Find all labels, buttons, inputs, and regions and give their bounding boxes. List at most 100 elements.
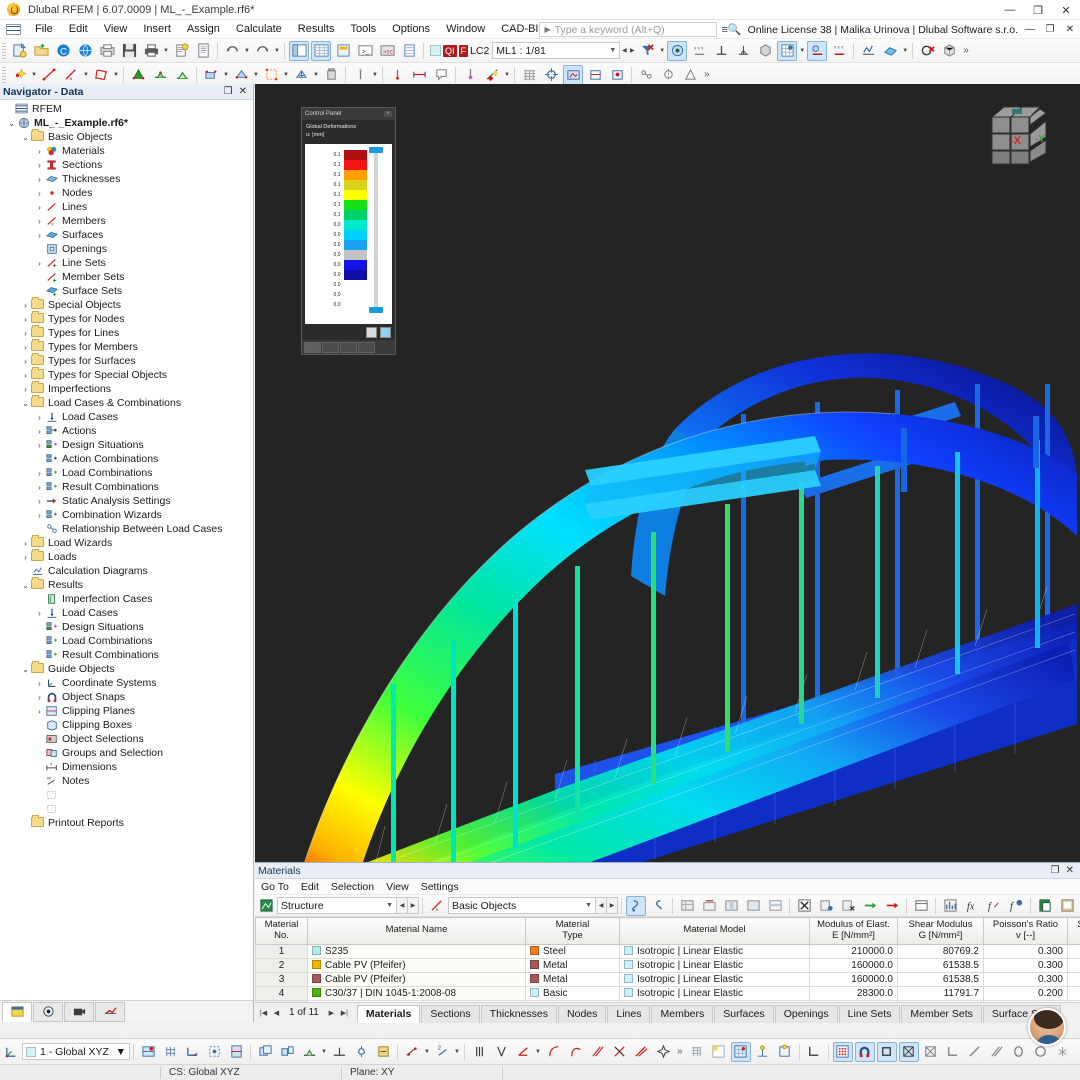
menu-edit[interactable]: Edit [61,21,96,37]
scale-prev-icon[interactable]: ◀ [620,41,628,61]
table-row[interactable]: 4 C30/37 | DIN 1045-1:2008-08 Basic Isotrop… [255,985,1080,1001]
expand-twisty-icon[interactable]: › [34,413,45,422]
materials-tab-nodes[interactable]: Nodes [558,1004,607,1023]
mesh-visibility-icon[interactable] [687,1042,707,1062]
materials-menu-selection[interactable]: Selection [325,880,380,894]
materials-tab-materials[interactable]: Materials [356,1004,421,1023]
cell-empty[interactable] [307,999,526,1002]
angle-icon[interactable] [513,1042,533,1062]
support-view-icon[interactable] [711,41,731,61]
materials-menu-edit[interactable]: Edit [295,880,325,894]
object-prev-button[interactable]: ◀ [596,897,607,914]
scale-next-icon[interactable]: ▶ [628,41,636,61]
user-avatar[interactable] [1028,1008,1066,1046]
parallel-snap-icon[interactable] [987,1042,1007,1062]
curve-icon[interactable] [565,1042,585,1062]
support-symbol-icon[interactable] [460,65,480,85]
deformation-display-icon[interactable] [807,40,828,61]
cell-material-no[interactable]: 3 [255,971,308,987]
navigator-item[interactable] [0,788,253,802]
materials-menu-view[interactable]: View [380,880,415,894]
hinge-icon[interactable] [351,1042,371,1062]
pyramid-view-icon[interactable] [680,65,700,85]
cell-shear-modulus[interactable]: 80769.2 [897,943,984,959]
cell-poissons-ratio[interactable]: 0.300 [983,971,1068,987]
new-node-dropdown-icon[interactable]: ▼ [30,65,38,85]
pin-object-icon[interactable] [387,65,407,85]
navigator-item[interactable]: x Dimensions [0,760,253,774]
navigator-item[interactable] [0,802,253,816]
navigator-item[interactable]: Clipping Boxes [0,718,253,732]
new-free-load-icon[interactable] [231,65,251,85]
materials-panel-float-button[interactable]: ❐ [1048,865,1063,876]
new-line-icon[interactable] [39,65,59,85]
load-case-chip[interactable]: QI F LC2 [430,44,489,57]
new-report-icon[interactable] [171,41,191,61]
corner-snap-icon[interactable] [804,1042,824,1062]
print-preview-icon[interactable] [97,41,117,61]
materials-menu-settings[interactable]: Settings [415,880,465,894]
console-panel-icon[interactable]: >_ [355,41,375,61]
surface-results-dropdown-icon[interactable]: ▼ [901,41,909,61]
new-support-icon[interactable] [150,65,170,85]
menu-insert[interactable]: Insert [135,21,179,37]
control-panel-close-icon[interactable]: × [384,111,392,117]
move-down-icon[interactable] [882,896,902,916]
toolbar-grip[interactable] [2,42,6,59]
close-button[interactable]: ✕ [1052,0,1080,20]
line-snap-icon[interactable] [965,1042,985,1062]
vertex-snap-icon[interactable] [1053,1042,1073,1062]
navigator-item[interactable]: › Clipping Planes [0,704,253,718]
clipping-toggle-icon[interactable] [226,1042,246,1062]
control-panel[interactable]: Control Panel × Global Deformations u: [… [301,107,396,355]
navigator-item[interactable]: Surface Sets [0,284,253,298]
export-excel-icon[interactable] [794,896,814,916]
redo-icon[interactable] [252,41,272,61]
navigator-item[interactable]: Action Combinations [0,452,253,466]
cell-modulus-elasticity[interactable]: 210000.0 [809,943,898,959]
materials-menu-goto[interactable]: Go To [255,880,295,894]
navigator-item[interactable]: Openings [0,242,253,256]
calculate-dropdown-icon[interactable]: ▼ [371,65,379,85]
navigator-item[interactable]: › Coordinate Systems [0,676,253,690]
cell-shear-modulus[interactable]: 11791.7 [897,985,984,1001]
navigator-item[interactable]: › Object Snaps [0,690,253,704]
mesh-grid-icon[interactable] [519,65,539,85]
expand-twisty-icon[interactable]: › [34,497,45,506]
navigator-item[interactable]: › Loads [0,550,253,564]
navigator-item[interactable]: ⌄ Results [0,578,253,592]
last-page-button[interactable]: ▶| [338,1005,351,1021]
navigator-item[interactable]: › Result Combinations [0,480,253,494]
grid-points-icon[interactable] [832,1041,853,1062]
ortho-snap-icon[interactable] [182,1042,202,1062]
render-wireframe-icon[interactable] [585,65,605,85]
navigator-item[interactable]: ⌄ Load Cases & Combinations [0,396,253,410]
redo-dropdown-icon[interactable]: ▼ [273,41,281,61]
new-imperfection-dropdown-icon[interactable]: ▼ [282,65,290,85]
clear-data-icon[interactable] [838,896,858,916]
object-snap-toggle-icon[interactable] [204,1042,224,1062]
menu-window[interactable]: Window [438,21,493,37]
edit-scale-button[interactable] [366,326,377,338]
navigator-item[interactable]: › x Members [0,214,253,228]
cell-empty[interactable] [1067,999,1080,1002]
expand-twisty-icon[interactable]: › [34,203,45,212]
maximize-restore-button[interactable]: ❐ [1024,0,1052,20]
navigator-item[interactable]: Calculation Diagrams [0,564,253,578]
col-material-type[interactable]: Material Type [525,917,620,945]
next-page-button[interactable]: ▶ [325,1005,338,1021]
select-row-icon[interactable] [765,896,785,916]
app-menu-icon[interactable] [6,23,21,35]
navigator-item[interactable]: › Special Objects [0,298,253,312]
collapse-twisty-icon[interactable]: ⌄ [20,133,31,142]
col-material-model[interactable]: Material Model [619,917,810,945]
expand-twisty-icon[interactable]: › [20,553,31,562]
materials-tab-openings[interactable]: Openings [774,1004,838,1023]
cell-material-type[interactable]: Metal [525,971,620,987]
cross-snap-icon[interactable] [921,1042,941,1062]
cell-material-no[interactable]: 4 [255,985,308,1001]
square-snap-icon[interactable] [876,1041,897,1062]
expand-twisty-icon[interactable]: › [34,441,45,450]
minimize-button[interactable]: — [996,0,1024,20]
navigator-item[interactable]: Member Sets [0,270,253,284]
